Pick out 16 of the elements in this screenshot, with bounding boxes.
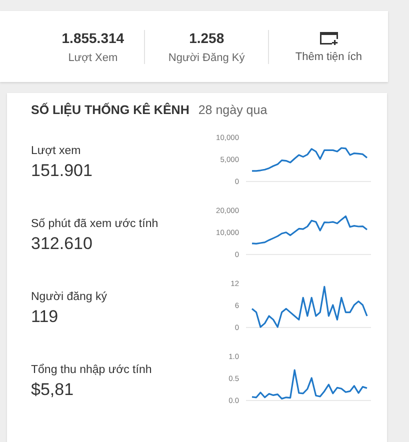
- metric-label: Người đăng ký: [31, 291, 108, 303]
- add-widget-button[interactable]: Thêm tiện ích: [295, 30, 362, 62]
- stat-label: Người Đăng Ký: [168, 52, 245, 64]
- window-plus-icon: [318, 30, 339, 44]
- metric-label: Số phút đã xem ước tính: [31, 218, 160, 230]
- stat-value: 1.855.314: [62, 30, 124, 46]
- metric-label: Tổng thu nhập ước tính: [31, 364, 153, 376]
- card-title: SỐ LIỆU THỐNG KÊ KÊNH: [31, 103, 190, 117]
- metric-label: Lượt xem: [31, 145, 82, 157]
- metric-value: $5,81: [31, 380, 75, 400]
- stat-value: 1.258: [189, 30, 224, 46]
- metric-value: 312.610: [31, 234, 94, 254]
- metric-value: 151.901: [31, 161, 94, 181]
- stat-label: Lượt Xem: [68, 52, 118, 64]
- period-label: 28 ngày qua: [198, 103, 268, 117]
- metric-value: 119: [31, 307, 60, 327]
